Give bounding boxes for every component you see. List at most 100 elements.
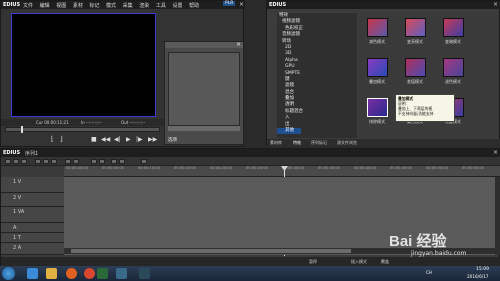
player-app-name: EDIUS bbox=[3, 2, 21, 8]
menu-marker[interactable]: 标记 bbox=[89, 2, 99, 9]
effect-thumb-3[interactable] bbox=[367, 58, 388, 77]
timeline-close-icon[interactable]: × bbox=[493, 149, 498, 156]
menu-edit[interactable]: 编辑 bbox=[40, 2, 50, 9]
timeline-ruler[interactable]: 00:00:00;00 00:00:05;00 00:00:10;00 00:0… bbox=[64, 166, 500, 177]
tab-bin[interactable]: 素材库 bbox=[270, 140, 282, 146]
track-header-1t[interactable]: 1 T bbox=[1, 233, 64, 243]
track-header-2a[interactable]: 2 A bbox=[1, 243, 64, 255]
ruler-label: 00:00:50;00 bbox=[426, 166, 448, 170]
menu-clip[interactable]: 素材 bbox=[73, 2, 83, 9]
menu-settings[interactable]: 设置 bbox=[172, 2, 182, 9]
timecode-in: In --:--:--;-- bbox=[81, 120, 102, 125]
ruler-label: 00:00:20;00 bbox=[210, 166, 232, 170]
fast-forward-icon[interactable]: ▶▶ bbox=[148, 136, 157, 143]
effect-thumb-2[interactable] bbox=[443, 18, 464, 37]
menu-tools[interactable]: 工具 bbox=[156, 2, 166, 9]
set-in-icon[interactable]: ⌊ bbox=[51, 135, 54, 143]
copy-icon[interactable] bbox=[43, 159, 49, 164]
undo-icon[interactable] bbox=[65, 159, 71, 164]
effects-window: EDIUS × 特效 视频滤镜 色彩校正 音频滤镜 转场 2D 3D Alpha… bbox=[266, 0, 500, 147]
edius-icon[interactable] bbox=[97, 268, 108, 279]
ie-icon[interactable] bbox=[27, 268, 38, 279]
start-button[interactable] bbox=[2, 267, 15, 280]
firefox-icon[interactable] bbox=[66, 268, 77, 279]
ripple-icon[interactable] bbox=[99, 159, 105, 164]
ruler-label: 00:00:00;00 bbox=[66, 166, 88, 170]
edius2-icon[interactable] bbox=[116, 268, 127, 279]
playhead-marker[interactable] bbox=[21, 126, 23, 133]
status-insert-mode: 插入模式 bbox=[351, 259, 367, 264]
menu-capture[interactable]: 采集 bbox=[123, 2, 133, 9]
track-header-2v[interactable]: 2 V bbox=[1, 193, 64, 207]
play-icon[interactable]: ▶ bbox=[126, 136, 131, 143]
dialog-close-icon[interactable]: × bbox=[236, 41, 241, 48]
floating-dialog: × 选项 bbox=[164, 41, 244, 145]
new-sequence-icon[interactable] bbox=[5, 159, 11, 164]
watermark-brand: Bai 经验 bbox=[389, 233, 447, 250]
cut-icon[interactable] bbox=[35, 159, 41, 164]
sequence-name: 序列1 bbox=[25, 151, 39, 157]
clock-time[interactable]: 15:09 bbox=[476, 267, 489, 272]
status-pause: 暂停 bbox=[309, 259, 317, 264]
redo-icon[interactable] bbox=[73, 159, 79, 164]
render-icon[interactable] bbox=[141, 159, 147, 164]
timeline-app-name: EDIUS bbox=[3, 150, 21, 156]
effects-tab-bar: 素材库 特效 序列标记 源文件浏览 bbox=[267, 139, 500, 147]
clock-date[interactable]: 2016/6/17 bbox=[467, 274, 488, 279]
marker-icon[interactable] bbox=[119, 159, 125, 164]
step-back-icon[interactable]: ◀| bbox=[114, 136, 121, 143]
effects-title-bar: EDIUS × bbox=[267, 1, 500, 9]
effect-thumb-5[interactable] bbox=[443, 58, 464, 77]
menu-file[interactable]: 文件 bbox=[23, 2, 33, 9]
menu-render[interactable]: 渲染 bbox=[139, 2, 149, 9]
dialog-title-bar: × bbox=[165, 41, 243, 48]
app-icon[interactable] bbox=[139, 268, 150, 279]
effect-thumb-4[interactable] bbox=[405, 58, 426, 77]
folder-icon[interactable] bbox=[46, 268, 57, 279]
tab-source-browser[interactable]: 源文件浏览 bbox=[337, 140, 357, 146]
effect-thumb-0[interactable] bbox=[367, 18, 388, 37]
effects-close-icon[interactable]: × bbox=[493, 1, 498, 8]
dialog-inner-toolbar bbox=[168, 126, 240, 131]
mode-badge-plr[interactable]: PLR bbox=[223, 1, 236, 6]
ruler-label: 00:00:10;00 bbox=[138, 166, 160, 170]
input-language[interactable]: CH bbox=[426, 270, 432, 275]
ruler-label: 00:00:05;00 bbox=[102, 166, 124, 170]
ruler-label: 00:00:35;00 bbox=[318, 166, 340, 170]
chrome-icon[interactable] bbox=[84, 268, 95, 279]
set-out-icon[interactable]: ⌋ bbox=[60, 135, 63, 143]
track-header-1va[interactable]: 1 VA bbox=[1, 207, 64, 223]
effect-label-0: 减色模式 bbox=[369, 39, 385, 44]
track-header-1v[interactable]: 1 V bbox=[1, 177, 64, 193]
close-icon[interactable]: × bbox=[239, 1, 244, 8]
timeline-toolbar bbox=[1, 157, 500, 166]
effect-label-5: 滤色模式 bbox=[445, 79, 461, 84]
step-forward-icon[interactable]: |▶ bbox=[136, 136, 143, 143]
snap-icon[interactable] bbox=[111, 159, 117, 164]
scrollbar-thumb[interactable] bbox=[71, 249, 351, 253]
timeline-title-bar: EDIUS 序列1 × bbox=[1, 149, 500, 157]
split-icon[interactable] bbox=[91, 159, 97, 164]
video-monitor[interactable] bbox=[11, 13, 156, 117]
track-header-a[interactable]: A bbox=[1, 223, 64, 233]
paste-icon[interactable] bbox=[51, 159, 57, 164]
save-icon[interactable] bbox=[21, 159, 27, 164]
menu-view[interactable]: 视图 bbox=[56, 2, 66, 9]
effect-thumb-1[interactable] bbox=[405, 18, 426, 37]
rewind-icon[interactable]: ◀◀ bbox=[101, 136, 110, 143]
tree-item-selected[interactable]: 其他 bbox=[277, 128, 301, 135]
effect-label-4: 差值模式 bbox=[407, 79, 423, 84]
ruler-label: 00:00:40;00 bbox=[354, 166, 376, 170]
dialog-content-area bbox=[168, 52, 240, 126]
effect-label-1: 变亮模式 bbox=[407, 39, 423, 44]
menu-help[interactable]: 帮助 bbox=[189, 2, 199, 9]
scrub-bar[interactable] bbox=[5, 127, 160, 132]
tab-markers[interactable]: 序列标记 bbox=[311, 140, 327, 146]
tab-effects[interactable]: 特效 bbox=[293, 140, 301, 146]
open-icon[interactable] bbox=[13, 159, 19, 164]
menu-mode[interactable]: 模式 bbox=[106, 2, 116, 9]
dialog-options-label[interactable]: 选项 bbox=[168, 137, 177, 143]
stop-icon[interactable]: ■ bbox=[91, 136, 97, 143]
effect-thumb-6[interactable] bbox=[367, 98, 388, 117]
effect-label-2: 变暗模式 bbox=[445, 39, 461, 44]
